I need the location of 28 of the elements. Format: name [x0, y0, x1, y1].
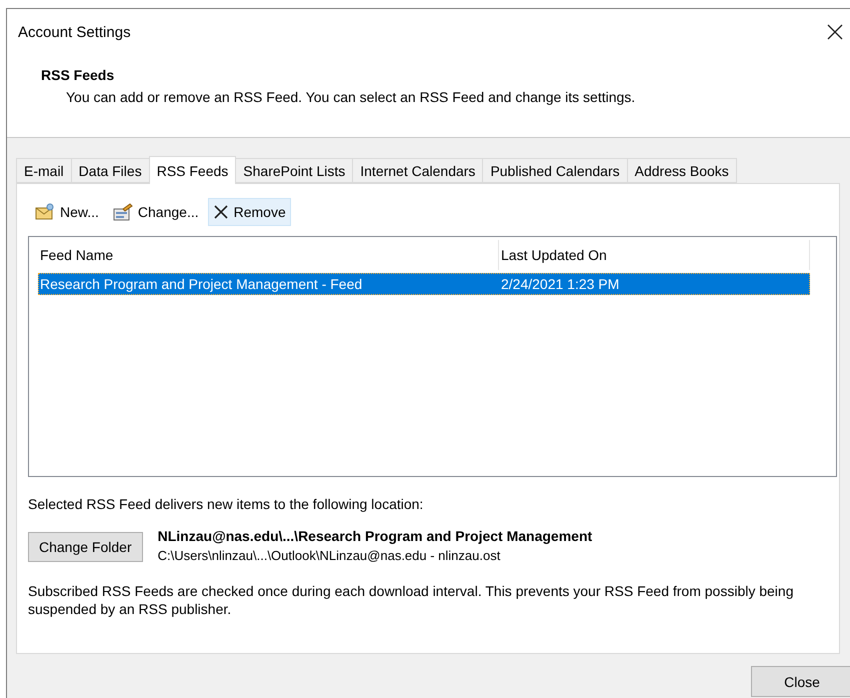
tab[interactable]: Published Calendars: [482, 158, 628, 183]
tab[interactable]: Internet Calendars: [352, 158, 484, 183]
close-icon: [212, 204, 229, 220]
window-title: Account Settings: [18, 24, 131, 40]
toolbar-button[interactable]: Change...: [108, 198, 204, 226]
column-header[interactable]: Last Updated On: [499, 240, 810, 270]
close-icon: [827, 24, 843, 40]
section-description: You can add or remove an RSS Feed. You can select an RSS Feed and change its settings.: [65, 89, 636, 105]
table-cell-text: 2/24/2021 1:23 PM: [500, 275, 620, 294]
toolbar-button[interactable]: Remove: [208, 198, 291, 226]
close-dialog-button[interactable]: Close: [751, 666, 850, 697]
tab[interactable]: Address Books: [626, 158, 737, 183]
feed-row[interactable]: Research Program and Project Management - Feed 2/24/2021 1:23 PM: [38, 273, 810, 295]
properties-icon: [112, 203, 133, 221]
tab[interactable]: Data Files: [70, 158, 150, 183]
info-text: Subscribed RSS Feeds are checked once during each download interval. This prevents your RSS Feed from possibly being suspended by an RSS publisher.: [28, 582, 794, 618]
tab[interactable]: RSS Feeds: [148, 156, 236, 184]
change-folder-button[interactable]: Change Folder: [28, 532, 143, 562]
tab[interactable]: E-mail: [16, 158, 72, 183]
envelope-icon: [35, 203, 55, 221]
file-path: C:\Users\nlinzau\...\Outlook\NLinzau@nas.edu - nlinzau.ost: [158, 548, 502, 563]
location-label: Selected RSS Feed delivers new items to the following location:: [28, 496, 424, 512]
toolbar-button[interactable]: New...: [30, 198, 104, 226]
tab[interactable]: SharePoint Lists: [235, 158, 354, 183]
folder-name: NLinzau@nas.edu\...\Research Program and Project Management: [158, 528, 592, 544]
section-title: RSS Feeds: [41, 67, 116, 83]
column-header[interactable]: Feed Name: [38, 240, 499, 270]
table-cell-text: Research Program and Project Management - Feed: [39, 275, 364, 294]
